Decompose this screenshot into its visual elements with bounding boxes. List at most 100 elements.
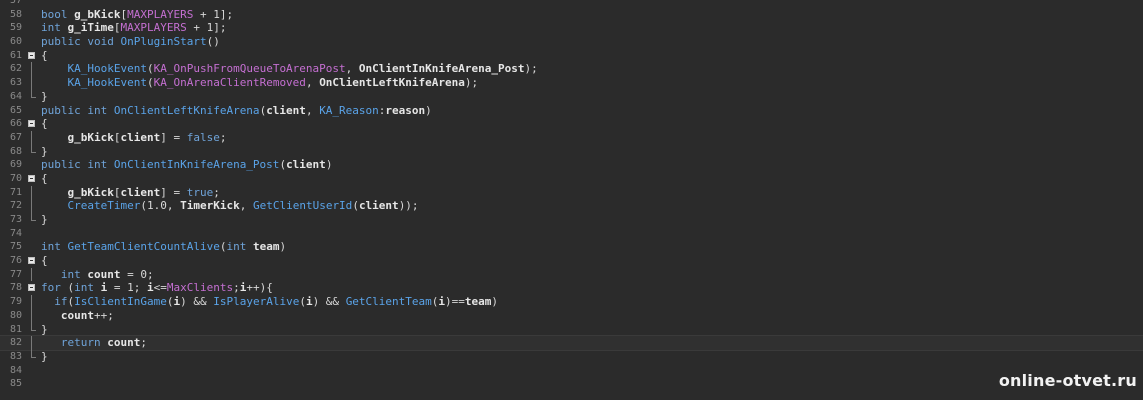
code-token: i bbox=[147, 281, 154, 295]
line-number: 71 bbox=[9, 186, 22, 198]
code-token: , bbox=[239, 199, 253, 213]
code-line[interactable]: 76 { bbox=[0, 254, 1143, 268]
code-line[interactable]: 85 bbox=[0, 377, 1143, 391]
code-line[interactable]: 67 g_bKick[client] = false; bbox=[0, 130, 1143, 145]
code-line[interactable]: 64} bbox=[0, 89, 1143, 104]
code-token: client bbox=[358, 199, 399, 213]
code-token: public int bbox=[41, 158, 114, 172]
code-token: g_bKick bbox=[67, 130, 114, 144]
code-token: client bbox=[286, 158, 326, 172]
line-number: 81 bbox=[9, 323, 22, 335]
line-number: 65 bbox=[9, 104, 22, 116]
code-token: { bbox=[41, 254, 48, 268]
code-token: GetClientUserId bbox=[252, 199, 353, 213]
code-line[interactable]: 65 public int OnClientLeftKnifeArena(clie… bbox=[0, 104, 1143, 118]
fold-toggle-icon[interactable] bbox=[28, 257, 35, 265]
code-line[interactable]: 70 { bbox=[0, 172, 1143, 186]
code-token: ++; bbox=[94, 308, 114, 322]
fold-toggle-icon[interactable] bbox=[28, 174, 35, 182]
code-token: i bbox=[305, 295, 313, 309]
code-token: () bbox=[206, 35, 220, 49]
code-line[interactable]: 73} bbox=[0, 213, 1143, 227]
code-token: + 1]; bbox=[193, 7, 234, 21]
code-line[interactable]: 75 int GetTeamClientCountAlive(int team) bbox=[0, 240, 1143, 254]
fold-guide-line bbox=[31, 199, 32, 213]
code-line[interactable]: 63 KA_HookEvent(KA_OnArenaClientRemoved,… bbox=[0, 76, 1143, 90]
code-lines: 57 58 bool g_bKick[MAXPLAYERS + 1]; 59 int g… bbox=[0, 0, 1143, 391]
code-token: if bbox=[54, 295, 68, 309]
code-line[interactable]: 68} bbox=[0, 144, 1143, 159]
code-line[interactable]: 80 count++; bbox=[0, 308, 1143, 323]
code-line[interactable]: 83} bbox=[0, 349, 1143, 364]
line-number: 77 bbox=[9, 268, 22, 280]
fold-guide-line bbox=[31, 336, 32, 350]
code-line[interactable]: 74 bbox=[0, 227, 1143, 241]
fold-guide-line bbox=[31, 62, 32, 77]
fold-guide-line bbox=[31, 144, 36, 153]
code-text: return count; bbox=[41, 336, 147, 350]
fold-toggle-icon[interactable] bbox=[28, 284, 35, 292]
code-line[interactable]: 72 CreateTimer(1.0, TimerKick, GetClient… bbox=[0, 199, 1143, 213]
code-line[interactable]: 58 bool g_bKick[MAXPLAYERS + 1]; bbox=[0, 8, 1143, 22]
code-line[interactable]: 84 bbox=[0, 364, 1143, 378]
code-token: { bbox=[41, 117, 48, 131]
fold-guide-line bbox=[31, 213, 36, 221]
code-line[interactable]: 81} bbox=[0, 322, 1143, 337]
code-token: (1.0, bbox=[140, 199, 181, 213]
fold-toggle-icon[interactable] bbox=[28, 51, 35, 59]
code-token: ; bbox=[213, 185, 220, 199]
code-token: public int bbox=[41, 103, 114, 117]
code-token: KA_HookEvent bbox=[67, 62, 147, 76]
code-line[interactable]: 78 for (int i = 1; i<=MaxClients;i++){ bbox=[0, 281, 1143, 295]
code-token: , bbox=[305, 76, 320, 90]
code-token: TimerKick bbox=[180, 199, 240, 213]
code-text: KA_HookEvent(KA_OnArenaClientRemoved, On… bbox=[41, 76, 479, 90]
code-token: int bbox=[74, 281, 101, 295]
code-text: public void OnPluginStart() bbox=[41, 35, 220, 49]
fold-guide-line bbox=[31, 76, 32, 90]
code-line[interactable]: 82 return count; bbox=[0, 335, 1143, 351]
code-text: count++; bbox=[41, 309, 114, 323]
code-line[interactable]: 77 int count = 0; bbox=[0, 267, 1143, 282]
code-editor[interactable]: 57 58 bool g_bKick[MAXPLAYERS + 1]; 59 int g… bbox=[0, 0, 1143, 400]
code-line[interactable]: 62 KA_HookEvent(KA_OnPushFromQueueToAren… bbox=[0, 62, 1143, 77]
code-token: } bbox=[41, 144, 48, 158]
code-token: ; bbox=[233, 281, 240, 295]
code-token: g_bKick bbox=[74, 7, 121, 21]
code-token: ( bbox=[146, 62, 154, 76]
code-line[interactable]: 69 public int OnClientInKnifeArena_Post(c… bbox=[0, 158, 1143, 172]
line-number: 83 bbox=[9, 350, 22, 362]
code-text: public int OnClientInKnifeArena_Post(cli… bbox=[41, 158, 332, 172]
code-text: { bbox=[41, 49, 48, 63]
code-token: int bbox=[41, 21, 68, 35]
code-token: = 1; bbox=[107, 281, 147, 295]
code-text: { bbox=[41, 117, 48, 131]
code-line[interactable]: 61 { bbox=[0, 49, 1143, 63]
code-line[interactable]: 79 if(IsClientInGame(i) && IsPlayerAlive… bbox=[0, 295, 1143, 309]
line-number: 82 bbox=[9, 337, 22, 349]
code-token: , bbox=[345, 62, 359, 76]
code-line[interactable]: 66 { bbox=[0, 117, 1143, 131]
line-number: 58 bbox=[9, 8, 22, 20]
line-number: 78 bbox=[9, 282, 22, 294]
line-number: 62 bbox=[9, 63, 22, 75]
code-token: return bbox=[60, 336, 108, 350]
site-watermark: online-otvet.ru bbox=[998, 371, 1137, 390]
code-token: count bbox=[60, 308, 94, 322]
code-token: client bbox=[120, 130, 161, 144]
code-line[interactable]: 59 int g_iTime[MAXPLAYERS + 1]; bbox=[0, 21, 1143, 35]
fold-guide-line bbox=[31, 267, 32, 282]
code-line[interactable]: 60 public void OnPluginStart() bbox=[0, 35, 1143, 49]
code-token: ; bbox=[219, 130, 227, 144]
fold-toggle-icon[interactable] bbox=[28, 120, 35, 128]
line-number: 64 bbox=[9, 90, 22, 102]
code-text: int g_iTime[MAXPLAYERS + 1]; bbox=[41, 21, 226, 35]
code-text: KA_HookEvent(KA_OnPushFromQueueToArenaPo… bbox=[41, 62, 538, 76]
code-line[interactable]: 71 g_bKick[client] = true; bbox=[0, 185, 1143, 200]
code-token: ] = bbox=[160, 130, 187, 144]
code-line[interactable]: 57 bbox=[0, 0, 1143, 8]
line-number: 72 bbox=[9, 200, 22, 212]
